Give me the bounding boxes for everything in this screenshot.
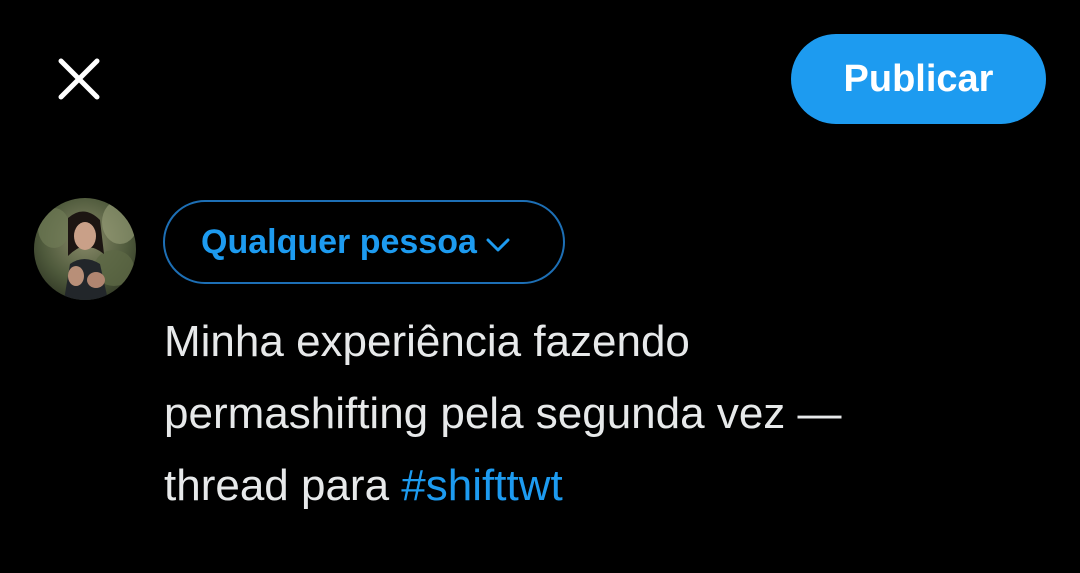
close-icon: [58, 58, 100, 100]
tweet-text-line: permashifting pela segunda vez —: [164, 389, 842, 438]
hashtag-link[interactable]: #shifttwt: [401, 461, 562, 510]
tweet-text-line: Minha experiência fazendo: [164, 317, 690, 366]
publish-button[interactable]: Publicar: [791, 34, 1046, 124]
close-button[interactable]: [52, 52, 106, 106]
audience-label: Qualquer pessoa: [201, 222, 477, 261]
audience-selector[interactable]: Qualquer pessoa: [163, 200, 565, 284]
tweet-text-line: thread para #shifttwt: [164, 450, 1044, 522]
tweet-text-area[interactable]: Minha experiência fazendo permashifting …: [164, 306, 1044, 522]
chevron-down-icon: [485, 230, 511, 254]
avatar[interactable]: [34, 198, 136, 300]
user-avatar-image: [34, 198, 136, 300]
tweet-text-fragment: thread para: [164, 461, 402, 510]
